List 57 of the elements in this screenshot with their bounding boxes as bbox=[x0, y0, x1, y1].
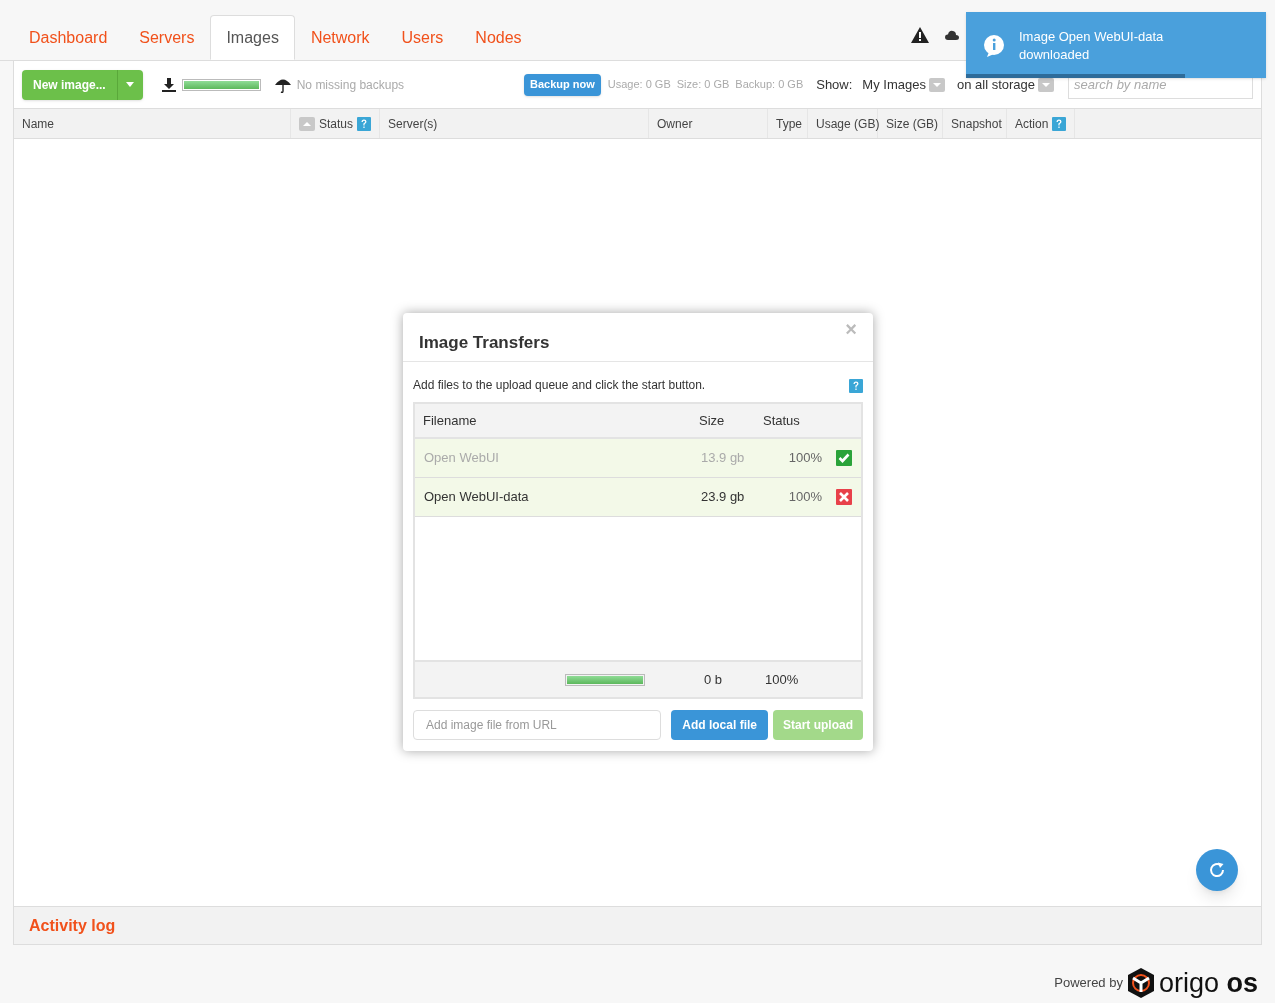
cloud-icon[interactable] bbox=[945, 30, 959, 40]
backup-now-button[interactable]: Backup now bbox=[524, 73, 601, 96]
column-header: Action bbox=[1015, 115, 1049, 133]
info-icon bbox=[983, 34, 1005, 58]
file-size: 23.9 gb bbox=[699, 488, 745, 507]
column-header: Snapshot bbox=[951, 115, 1002, 133]
refresh-icon[interactable] bbox=[1208, 861, 1226, 879]
help-icon[interactable] bbox=[357, 116, 372, 131]
refresh-button[interactable] bbox=[1196, 849, 1238, 891]
filter-dropdown[interactable]: My Images bbox=[862, 74, 945, 95]
activity-log-link[interactable]: Activity log bbox=[29, 913, 116, 938]
brand-name: origo os bbox=[1158, 969, 1258, 997]
dialog-title: Image Transfers bbox=[419, 332, 550, 354]
sort-icon[interactable] bbox=[299, 116, 315, 131]
download-icon[interactable] bbox=[161, 77, 176, 92]
dialog-hint: Add files to the upload queue and click the start button. bbox=[413, 377, 706, 394]
backup-text: Backup: 0 GB bbox=[735, 77, 804, 93]
new-image-button[interactable]: New image... bbox=[22, 69, 143, 100]
column-header: Server(s) bbox=[388, 115, 438, 133]
file-status: 100% bbox=[787, 449, 822, 468]
column-header: Size bbox=[699, 411, 726, 430]
storage-dropdown[interactable]: on all storage bbox=[956, 74, 1054, 95]
remove-icon[interactable] bbox=[836, 489, 852, 505]
file-status: 100% bbox=[787, 488, 822, 507]
size-text: Size: 0 GB bbox=[676, 77, 730, 93]
nav-tab[interactable]: Nodes bbox=[459, 15, 538, 60]
column-header: Size (GB) bbox=[886, 115, 939, 133]
help-icon[interactable] bbox=[1052, 116, 1067, 131]
add-local-file-button[interactable]: Add local file bbox=[671, 710, 768, 740]
file-size: 13.9 gb bbox=[699, 449, 745, 468]
total-status: 100% bbox=[765, 670, 799, 689]
caret-icon[interactable] bbox=[126, 82, 135, 87]
powered-by-text: Powered by bbox=[1054, 974, 1123, 993]
usage-text: Usage: 0 GB bbox=[607, 77, 671, 93]
column-header: Type bbox=[776, 115, 803, 133]
logo-icon bbox=[1125, 967, 1156, 999]
column-header: Status bbox=[319, 115, 354, 133]
nav-tab[interactable]: Dashboard bbox=[13, 15, 124, 60]
column-header: Name bbox=[22, 115, 54, 133]
column-header: Owner bbox=[657, 115, 693, 133]
help-icon[interactable] bbox=[849, 378, 863, 393]
file-name: Open WebUI-data bbox=[424, 488, 530, 507]
nav-tab[interactable]: Network bbox=[294, 15, 386, 60]
file-name: Open WebUI bbox=[424, 449, 500, 468]
backup-status: No missing backups bbox=[296, 76, 405, 94]
url-field[interactable]: Add image file from URL bbox=[413, 710, 662, 740]
column-header: Filename bbox=[423, 411, 478, 430]
warning-icon[interactable] bbox=[911, 27, 929, 43]
nav-tab[interactable]: Servers bbox=[123, 15, 211, 60]
nav-tab[interactable]: Users bbox=[385, 15, 460, 60]
close-button[interactable]: × bbox=[845, 319, 857, 339]
column-header: Usage (GB) bbox=[816, 115, 880, 133]
nav-tab[interactable]: Images bbox=[210, 15, 295, 60]
column-header: Status bbox=[763, 411, 800, 430]
toast-message: Image Open WebUI-data downloaded bbox=[1019, 28, 1165, 64]
show-label: Show: bbox=[816, 75, 853, 94]
total-size: 0 b bbox=[704, 670, 723, 689]
